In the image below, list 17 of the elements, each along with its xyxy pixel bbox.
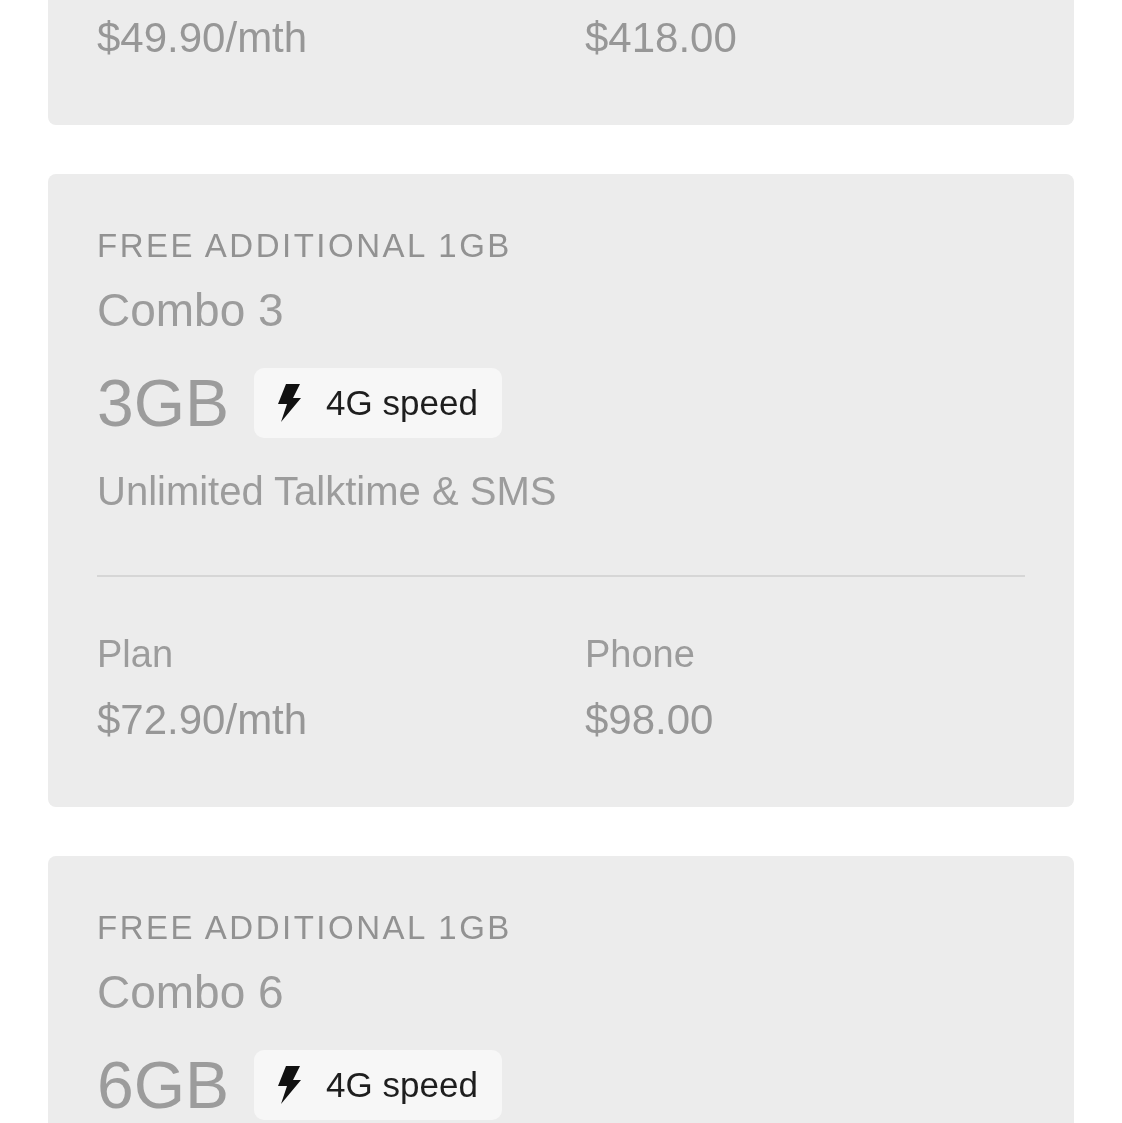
price-amount: $418.00	[585, 13, 737, 63]
allowance-text: Unlimited Talktime & SMS	[97, 468, 557, 515]
price-amount: $98.00	[585, 695, 714, 745]
badge-text: 4G speed	[326, 1064, 478, 1106]
promo-label: FREE ADDITIONAL 1GB	[97, 226, 512, 266]
plan-name: Combo 3	[97, 283, 284, 338]
price-label: Plan	[97, 632, 174, 677]
price-amount: $49.90/mth	[97, 13, 308, 63]
price-amount: $72.90/mth	[97, 695, 308, 745]
plan-name: Combo 6	[97, 965, 284, 1020]
badge-text: 4G speed	[326, 382, 478, 424]
price-label: Phone	[585, 632, 695, 677]
data-amount: 6GB	[97, 1050, 230, 1120]
promo-label: FREE ADDITIONAL 1GB	[97, 908, 512, 948]
lightning-bolt-icon	[277, 384, 302, 422]
data-amount: 3GB	[97, 368, 230, 438]
lightning-bolt-icon	[277, 1066, 302, 1104]
